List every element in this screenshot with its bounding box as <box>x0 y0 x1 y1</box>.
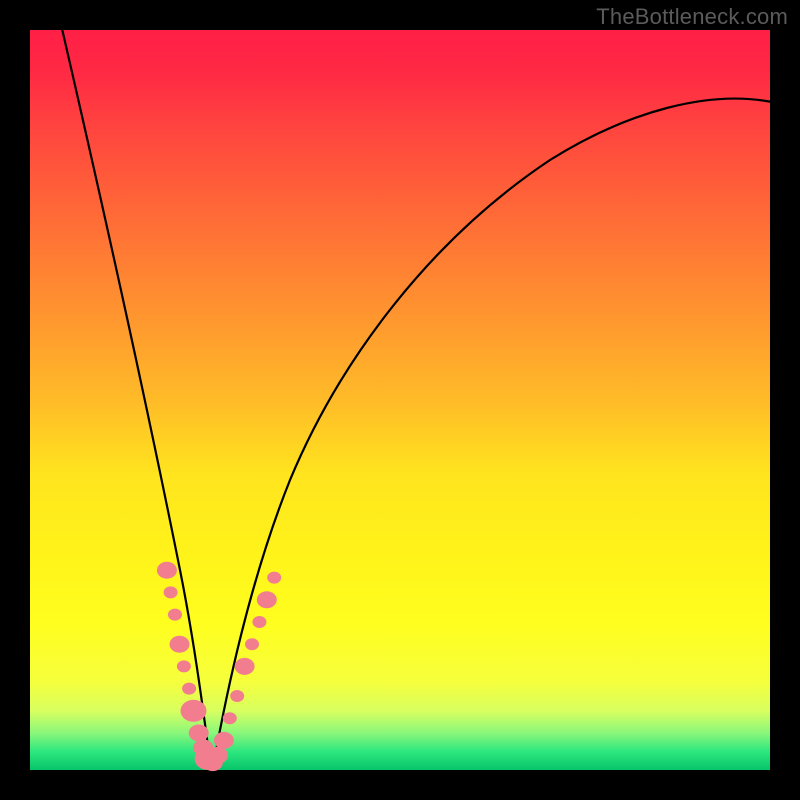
curve-marker <box>157 562 177 579</box>
curve-marker <box>214 732 234 749</box>
curve-marker <box>177 660 191 672</box>
curve-marker <box>181 700 207 722</box>
bottleneck-curve-left <box>60 20 210 762</box>
bottleneck-curve-right <box>214 99 772 762</box>
curve-marker <box>208 747 228 764</box>
curve-marker <box>252 616 266 628</box>
curve-marker <box>223 712 237 724</box>
curve-marker <box>168 609 182 621</box>
chart-frame: TheBottleneck.com <box>0 0 800 800</box>
curve-marker <box>164 586 178 598</box>
curve-path-group <box>60 20 772 764</box>
marker-layer <box>157 562 281 771</box>
watermark-text: TheBottleneck.com <box>596 4 788 30</box>
curve-marker <box>182 683 196 695</box>
plot-area <box>30 30 770 770</box>
curve-marker <box>189 725 209 742</box>
curve-marker <box>245 638 259 650</box>
curve-marker <box>235 658 255 675</box>
curve-svg <box>30 30 770 770</box>
curve-marker <box>257 591 277 608</box>
curve-marker <box>170 636 190 653</box>
curve-marker <box>267 572 281 584</box>
curve-marker <box>230 690 244 702</box>
